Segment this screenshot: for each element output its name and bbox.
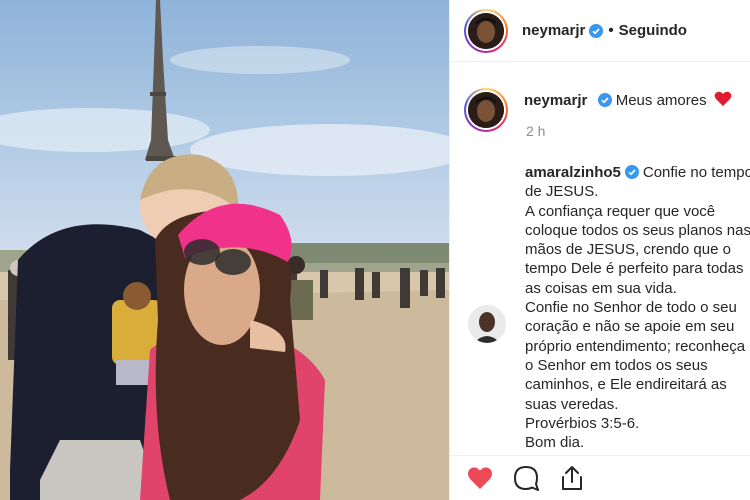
photo-scene [0, 0, 449, 500]
comment-avatar[interactable] [468, 305, 506, 343]
verified-badge-icon [589, 23, 604, 38]
comment-username[interactable]: amaralzinho5 [525, 164, 621, 181]
comment-body: Confie no tempo de JESUS. A confiança re… [525, 164, 750, 452]
caption-username[interactable]: neymarjr [524, 92, 587, 109]
header-avatar[interactable] [464, 8, 508, 53]
red-heart-icon [714, 91, 732, 107]
following-button[interactable]: Seguindo [619, 22, 687, 39]
header-separator: • [608, 22, 614, 39]
verified-badge-icon [624, 165, 639, 179]
like-heart-icon[interactable] [466, 464, 494, 492]
share-icon[interactable] [558, 464, 586, 492]
comment-bubble-icon[interactable] [512, 464, 540, 492]
action-bar [450, 455, 750, 500]
post-side-panel: neymarjr • Seguindo neymarjr Meus amores… [449, 0, 750, 500]
post-header: neymarjr • Seguindo [450, 0, 750, 62]
caption-avatar[interactable] [464, 88, 508, 132]
verified-badge-icon [597, 93, 612, 107]
post-photo[interactable] [0, 0, 449, 500]
caption-text: Meus amores [615, 92, 707, 109]
post-timestamp: 2 h [526, 123, 546, 139]
caption: neymarjr Meus amores [464, 88, 744, 132]
header-username[interactable]: neymarjr [522, 22, 585, 39]
